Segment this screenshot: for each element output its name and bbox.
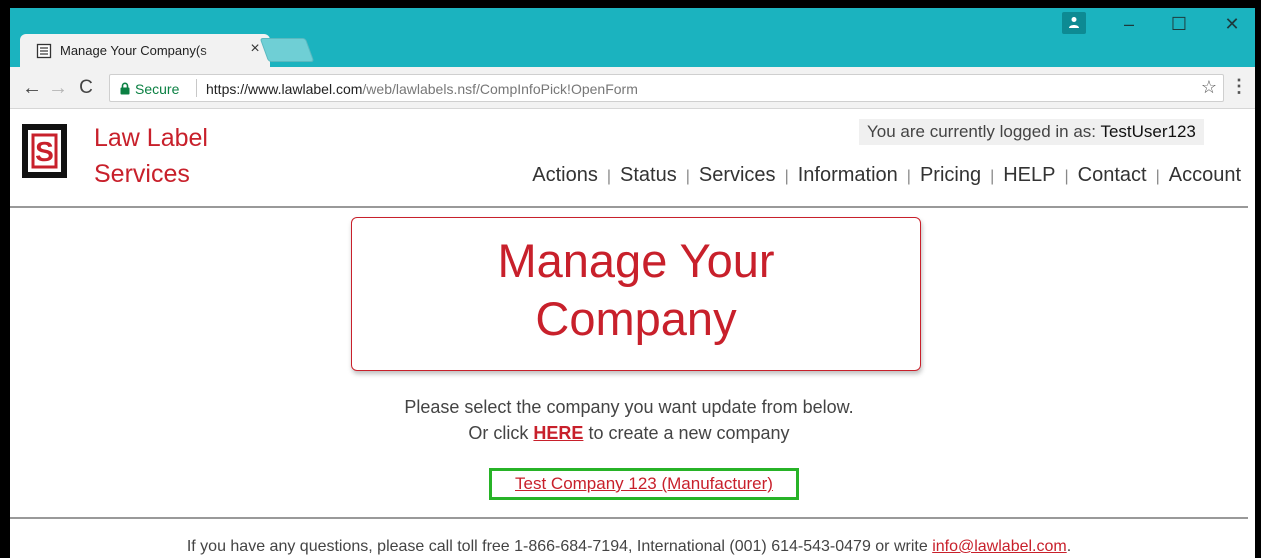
url-text[interactable]: https://www.lawlabel.com/web/lawlabels.n… [206,81,638,97]
footer-text: If you have any questions, please call t… [10,538,1248,556]
nav-account[interactable]: Account [1169,164,1241,186]
nav-status[interactable]: Status [620,164,677,186]
document-icon [36,43,52,59]
logged-in-status: You are currently logged in as: TestUser… [859,119,1204,145]
logged-in-prefix: You are currently logged in as: [867,122,1101,141]
nav-information[interactable]: Information [798,164,898,186]
secure-label: Secure [135,81,180,97]
close-window-button[interactable]: ✕ [1215,14,1249,38]
logo-letter: S [35,136,54,167]
nav-help[interactable]: HELP [1003,164,1055,186]
logged-in-user: TestUser123 [1100,122,1196,141]
person-icon [1069,17,1079,28]
lock-icon [120,82,130,95]
brand-line-2: Services [94,160,190,188]
back-button[interactable]: ← [20,77,44,99]
header-divider [10,206,1248,208]
forward-button[interactable]: → [46,77,70,99]
nav-separator: | [1155,168,1160,185]
nav-separator: | [784,168,789,185]
reload-button[interactable]: C [74,77,98,99]
page-title-box: Manage Your Company [351,217,921,371]
page-title-line-1: Manage Your [497,234,775,287]
nav-actions[interactable]: Actions [532,164,598,186]
instruction-prefix: Or click [468,423,534,443]
url-host: https://www.lawlabel.com [206,81,363,97]
nav-separator: | [990,168,995,185]
url-path: /web/lawlabels.nsf/CompInfoPick!OpenForm [362,81,638,97]
nav-separator: | [606,168,611,185]
browser-tab[interactable]: Manage Your Company(s × [20,34,270,67]
nav-separator: | [685,168,690,185]
page-title-line-2: Company [535,292,737,345]
nav-separator: | [1064,168,1069,185]
logo[interactable]: S [22,124,67,178]
company-link-highlight: Test Company 123 (Manufacturer) [489,468,799,500]
browser-window: Manage Your Company(s × – ☐ ✕ ← → C Secu… [10,8,1255,558]
create-company-link[interactable]: HERE [533,423,583,443]
url-divider [196,79,197,97]
browser-toolbar: ← → C Secure https://www.lawlabel.com/we… [10,67,1255,109]
create-company-text: Or click HERE to create a new company [10,423,1248,444]
address-bar[interactable]: Secure https://www.lawlabel.com/web/lawl… [109,74,1224,102]
footer-divider [10,517,1248,519]
profile-icon[interactable] [1062,12,1086,34]
footer-email-link[interactable]: info@lawlabel.com [932,538,1067,555]
instruction-text: Please select the company you want updat… [404,397,854,417]
page-title: Manage Your Company [352,218,920,348]
menu-icon[interactable]: ⋮ [1230,76,1248,97]
main-nav: Actions | Status | Services | Information | Pric… [532,164,1241,187]
minimize-button[interactable]: – [1112,14,1146,38]
instruction-suffix: to create a new company [583,423,790,443]
star-icon[interactable]: ☆ [1201,77,1217,98]
brand-line-1: Law Label [94,124,208,152]
browser-titlebar: Manage Your Company(s × – ☐ ✕ [10,8,1255,67]
brand-name[interactable]: Law Label Services [94,120,208,192]
maximize-button[interactable]: ☐ [1162,14,1196,38]
company-link[interactable]: Test Company 123 (Manufacturer) [515,474,773,493]
nav-services[interactable]: Services [699,164,776,186]
footer-contact-text: If you have any questions, please call t… [186,538,933,555]
nav-contact[interactable]: Contact [1078,164,1147,186]
tab-title-fade [200,40,240,62]
nav-separator: | [906,168,911,185]
footer-end: . [1066,538,1072,555]
page-content: S Law Label Services You are currently l… [10,110,1255,558]
new-tab-button[interactable] [259,38,315,62]
nav-pricing[interactable]: Pricing [920,164,981,186]
